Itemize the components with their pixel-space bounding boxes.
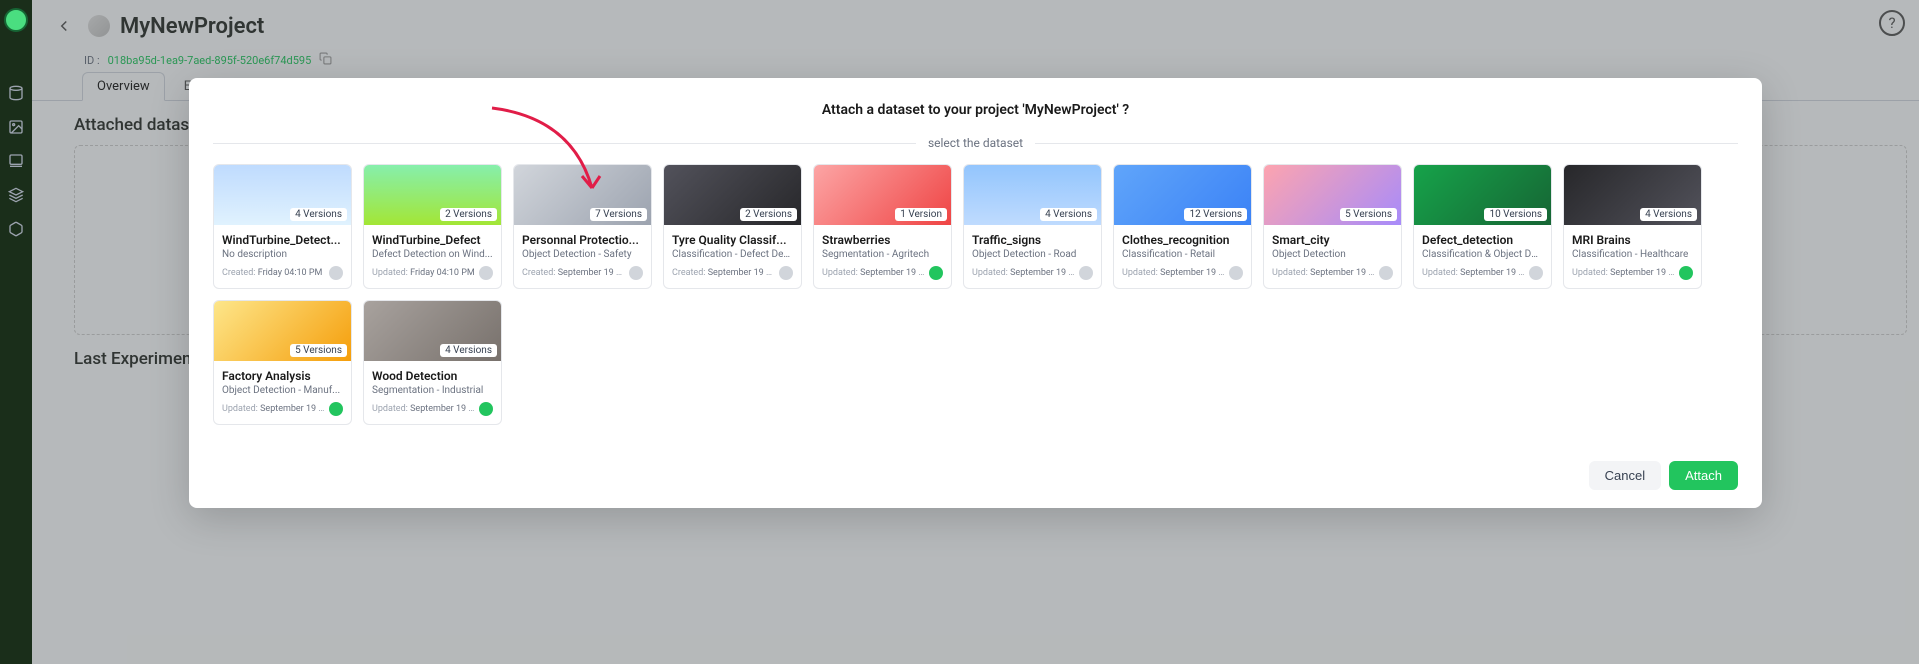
- dataset-owner-avatar: [479, 266, 493, 280]
- dataset-subtitle: Segmentation - Agritech: [822, 249, 943, 260]
- dataset-meta: Created: September 19 a...: [522, 268, 625, 278]
- dataset-subtitle: Classification - Defect Det...: [672, 249, 793, 260]
- attach-button[interactable]: Attach: [1669, 461, 1738, 490]
- left-nav-rail: [0, 0, 32, 664]
- dataset-meta: Updated: September 19 ...: [372, 404, 475, 414]
- dataset-card[interactable]: 4 Versions MRI Brains Classification - H…: [1563, 164, 1702, 289]
- dataset-card[interactable]: 2 Versions Tyre Quality Classif... Class…: [663, 164, 802, 289]
- dataset-thumbnail: 10 Versions: [1414, 165, 1551, 225]
- dataset-card[interactable]: 10 Versions Defect_detection Classificat…: [1413, 164, 1552, 289]
- version-badge: 2 Versions: [440, 208, 497, 221]
- dataset-subtitle: Object Detection - Safety: [522, 249, 643, 260]
- dataset-meta: Updated: September 19 ...: [972, 268, 1075, 278]
- dataset-meta: Updated: September 19 ...: [1572, 268, 1675, 278]
- dataset-thumbnail: 5 Versions: [1264, 165, 1401, 225]
- dataset-meta: Updated: September 19 ...: [1122, 268, 1225, 278]
- dataset-subtitle: Defect Detection on Wind...: [372, 249, 493, 260]
- nav-deploy-icon[interactable]: [7, 220, 25, 238]
- dataset-card[interactable]: 5 Versions Smart_city Object Detection U…: [1263, 164, 1402, 289]
- dataset-title: MRI Brains: [1572, 233, 1693, 247]
- dataset-thumbnail: 7 Versions: [514, 165, 651, 225]
- dataset-title: Clothes_recognition: [1122, 233, 1243, 247]
- dataset-card[interactable]: 4 Versions Traffic_signs Object Detectio…: [963, 164, 1102, 289]
- dataset-subtitle: Object Detection: [1272, 249, 1393, 260]
- dataset-thumbnail: 4 Versions: [364, 301, 501, 361]
- version-badge: 12 Versions: [1184, 208, 1247, 221]
- attach-dataset-modal: Attach a dataset to your project 'MyNewP…: [189, 78, 1762, 508]
- nav-models-icon[interactable]: [7, 152, 25, 170]
- dataset-title: Tyre Quality Classif...: [672, 233, 793, 247]
- dataset-meta: Created: Friday 04:10 PM: [222, 268, 325, 278]
- dataset-thumbnail: 4 Versions: [1564, 165, 1701, 225]
- dataset-card[interactable]: 7 Versions Personnal Protectio... Object…: [513, 164, 652, 289]
- dataset-card[interactable]: 2 Versions WindTurbine_Defect Defect Det…: [363, 164, 502, 289]
- dataset-owner-avatar: [929, 266, 943, 280]
- version-badge: 1 Version: [895, 208, 947, 221]
- dataset-meta: Updated: September 19 ...: [822, 268, 925, 278]
- dataset-thumbnail: 4 Versions: [214, 165, 351, 225]
- dataset-title: Personnal Protectio...: [522, 233, 643, 247]
- dataset-card[interactable]: 4 Versions Wood Detection Segmentation -…: [363, 300, 502, 425]
- version-badge: 5 Versions: [1340, 208, 1397, 221]
- dataset-owner-avatar: [1379, 266, 1393, 280]
- dataset-subtitle: Segmentation - Industrial: [372, 385, 493, 396]
- dataset-owner-avatar: [1679, 266, 1693, 280]
- nav-images-icon[interactable]: [7, 118, 25, 136]
- dataset-meta: Updated: September 19 ...: [222, 404, 325, 414]
- dataset-card[interactable]: 1 Version Strawberries Segmentation - Ag…: [813, 164, 952, 289]
- dataset-owner-avatar: [629, 266, 643, 280]
- dataset-subtitle: Classification - Retail: [1122, 249, 1243, 260]
- dataset-owner-avatar: [329, 266, 343, 280]
- app-logo[interactable]: [4, 8, 28, 32]
- version-badge: 4 Versions: [1040, 208, 1097, 221]
- dataset-title: Smart_city: [1272, 233, 1393, 247]
- dataset-title: Strawberries: [822, 233, 943, 247]
- dataset-subtitle: No description: [222, 249, 343, 260]
- dataset-subtitle: Classification & Object De...: [1422, 249, 1543, 260]
- dataset-card[interactable]: 4 Versions WindTurbine_Detect... No desc…: [213, 164, 352, 289]
- dataset-title: WindTurbine_Defect: [372, 233, 493, 247]
- dataset-owner-avatar: [1079, 266, 1093, 280]
- select-dataset-label: select the dataset: [928, 136, 1023, 150]
- dataset-thumbnail: 2 Versions: [364, 165, 501, 225]
- dataset-thumbnail: 12 Versions: [1114, 165, 1251, 225]
- dataset-title: Factory Analysis: [222, 369, 343, 383]
- dataset-subtitle: Classification - Healthcare: [1572, 249, 1693, 260]
- dataset-owner-avatar: [1229, 266, 1243, 280]
- dataset-meta: Updated: Friday 04:10 PM: [372, 268, 475, 278]
- dataset-meta: Updated: September 19 ...: [1272, 268, 1375, 278]
- dataset-thumbnail: 2 Versions: [664, 165, 801, 225]
- dataset-thumbnail: 5 Versions: [214, 301, 351, 361]
- version-badge: 10 Versions: [1484, 208, 1547, 221]
- cancel-button[interactable]: Cancel: [1589, 461, 1661, 490]
- dataset-title: Wood Detection: [372, 369, 493, 383]
- dataset-thumbnail: 4 Versions: [964, 165, 1101, 225]
- dataset-owner-avatar: [479, 402, 493, 416]
- dataset-owner-avatar: [1529, 266, 1543, 280]
- version-badge: 2 Versions: [740, 208, 797, 221]
- dataset-owner-avatar: [779, 266, 793, 280]
- dataset-title: Defect_detection: [1422, 233, 1543, 247]
- dataset-card[interactable]: 5 Versions Factory Analysis Object Detec…: [213, 300, 352, 425]
- dataset-thumbnail: 1 Version: [814, 165, 951, 225]
- dataset-meta: Created: September 19 a...: [672, 268, 775, 278]
- dataset-subtitle: Object Detection - Road: [972, 249, 1093, 260]
- version-badge: 7 Versions: [590, 208, 647, 221]
- dataset-meta: Updated: September 19 ...: [1422, 268, 1525, 278]
- nav-data-icon[interactable]: [7, 84, 25, 102]
- version-badge: 5 Versions: [290, 344, 347, 357]
- dataset-card[interactable]: 12 Versions Clothes_recognition Classifi…: [1113, 164, 1252, 289]
- version-badge: 4 Versions: [440, 344, 497, 357]
- dataset-title: WindTurbine_Detect...: [222, 233, 343, 247]
- dataset-title: Traffic_signs: [972, 233, 1093, 247]
- version-badge: 4 Versions: [1640, 208, 1697, 221]
- version-badge: 4 Versions: [290, 208, 347, 221]
- modal-title: Attach a dataset to your project 'MyNewP…: [213, 102, 1738, 118]
- dataset-owner-avatar: [329, 402, 343, 416]
- dataset-subtitle: Object Detection - Manuf...: [222, 385, 343, 396]
- nav-layers-icon[interactable]: [7, 186, 25, 204]
